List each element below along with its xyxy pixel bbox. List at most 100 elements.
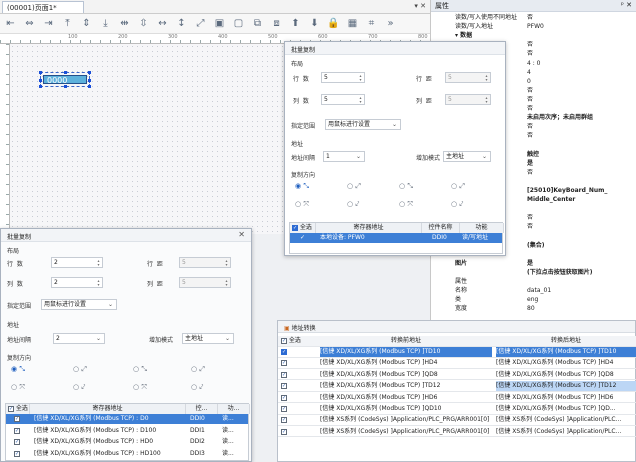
conversion-row[interactable]: ✓ [信捷 XS系列 (CodeSys) ]Application/PLC_PRG…	[278, 427, 636, 438]
lock-icon[interactable]: 🔒	[326, 17, 341, 31]
same-width-icon[interactable]: ↔	[155, 17, 170, 31]
resize-handle[interactable]	[39, 79, 42, 82]
row-checkbox[interactable]: ✓	[14, 414, 20, 424]
align-left-icon[interactable]: ⇤	[3, 17, 18, 31]
distribute-v-icon[interactable]: ⇳	[136, 17, 151, 31]
after-address[interactable]: [信捷 XD/XL/XG系列 (Modbus TCP) ]QD8	[496, 370, 636, 380]
direction-radio-1[interactable]: ◉ ⤡	[295, 182, 309, 191]
direction-radio-7[interactable]: ○ ⤧	[133, 383, 147, 392]
row-checkbox[interactable]: ✓	[281, 415, 287, 425]
cols-input[interactable]: 5 ▴ ▾	[321, 94, 365, 105]
grid-icon[interactable]: ▦	[345, 17, 360, 31]
resize-handle[interactable]	[39, 85, 42, 88]
direction-radio-5[interactable]: ○ ⤧	[295, 200, 309, 209]
select-all-header[interactable]: ✓ 全选	[6, 404, 30, 414]
tab-page1[interactable]: (00001)页面1*	[2, 1, 84, 13]
property-panel-controls[interactable]: ᵖ ✕	[621, 1, 632, 10]
table-row[interactable]: ✓ [信捷 XD/XL/XG系列 (Modbus TCP) : D100 DDI1 读…	[6, 426, 248, 436]
direction-radio-3[interactable]: ○ ⤡	[133, 365, 147, 374]
direction-radio-4[interactable]: ○ ⤢	[191, 365, 205, 374]
after-address[interactable]: [信捷 XD/XL/XG系列 (Modbus TCP) ]QD...	[496, 404, 636, 414]
col-gap-input[interactable]: 5 ▴ ▾	[179, 277, 231, 288]
after-address[interactable]: [信捷 XD/XL/XG系列 (Modbus TCP) ]HD4	[496, 358, 636, 368]
table-row[interactable]: ✓ 本地设备: PFW0 DDI0 读/写地址	[290, 233, 502, 243]
conversion-row[interactable]: ✓ [信捷 XD/XL/XG系列 (Modbus TCP) ]QD8 [信捷 XD/…	[278, 370, 636, 381]
direction-radio-2[interactable]: ○ ⤢	[347, 182, 361, 191]
direction-radio-8[interactable]: ○ ⤦	[451, 200, 463, 209]
direction-radio-7[interactable]: ○ ⤧	[399, 200, 413, 209]
property-row[interactable]: (下拉点击按钮获取图片)	[431, 269, 636, 277]
row-checkbox[interactable]: ✓	[281, 358, 287, 368]
mode-select[interactable]: 主地址 ⌄	[182, 333, 234, 344]
layer-down-icon[interactable]: ⬇	[307, 17, 322, 31]
select-all-header[interactable]: ✓ 全选	[281, 336, 301, 346]
conversion-row[interactable]: ✓ [信捷 XD/XL/XG系列 (Modbus TCP) ]TD12 [信捷 XD…	[278, 381, 636, 392]
rows-input[interactable]: 2 ▴ ▾	[51, 257, 103, 268]
align-middle-icon[interactable]: ⇕	[79, 17, 94, 31]
cols-input[interactable]: 2 ▴ ▾	[51, 277, 103, 288]
rows-input[interactable]: 5 ▴ ▾	[321, 72, 365, 83]
direction-radio-1[interactable]: ◉ ⤡	[11, 365, 25, 374]
row-checkbox[interactable]: ✓	[281, 370, 287, 380]
row-checkbox[interactable]: ✓	[14, 449, 20, 459]
table-row[interactable]: ✓ [信捷 XD/XL/XG系列 (Modbus TCP) : D0 DDI0 读..…	[6, 414, 248, 424]
direction-radio-8[interactable]: ○ ⤦	[191, 383, 203, 392]
property-row[interactable]: 名称 data_01	[431, 287, 636, 295]
direction-radio-5[interactable]: ○ ⤧	[11, 383, 25, 392]
conversion-row[interactable]: ✓ [信捷 XD/XL/XG系列 (Modbus TCP) ]HD4 [信捷 XD/…	[278, 358, 636, 370]
after-address[interactable]: [信捷 XS系列 (CodeSys) ]Application/PLC...	[496, 427, 636, 437]
align-top-icon[interactable]: ⤒	[60, 17, 75, 31]
range-select[interactable]: 用鼠标进行设置 ⌄	[41, 299, 117, 310]
bring-front-icon[interactable]: ⧉	[250, 17, 265, 31]
resize-handle[interactable]	[88, 71, 91, 74]
conversion-row[interactable]: ✓ [信捷 XD/XL/XG系列 (Modbus TCP) ]HD6 [信捷 XD/…	[278, 393, 636, 404]
after-address[interactable]: [信捷 XD/XL/XG系列 (Modbus TCP) ]HD6	[496, 393, 636, 403]
direction-radio-2[interactable]: ○ ⤢	[73, 365, 87, 374]
property-row[interactable]: 读数/写入地址 PFW0	[431, 23, 636, 31]
row-checkbox[interactable]: ✓	[281, 404, 287, 414]
group-icon[interactable]: ▣	[212, 17, 227, 31]
send-back-icon[interactable]: ⧈	[269, 17, 284, 31]
row-checkbox[interactable]: ✓	[281, 427, 287, 437]
property-row[interactable]: ▾ 数据	[431, 32, 636, 40]
table-row[interactable]: ✓ [信捷 XD/XL/XG系列 (Modbus TCP) : HD0 DDI2 读.…	[6, 437, 248, 447]
direction-radio-4[interactable]: ○ ⤢	[451, 182, 465, 191]
resize-handle[interactable]	[88, 79, 91, 82]
range-select[interactable]: 用鼠标进行设置 ⌄	[325, 119, 401, 130]
table-row[interactable]: ✓ [信捷 XD/XL/XG系列 (Modbus TCP) : HD100 DDI3…	[6, 449, 248, 459]
ungroup-icon[interactable]: ▢	[231, 17, 246, 31]
after-address[interactable]: [信捷 XS系列 (CodeSys) ]Application/PLC...	[496, 415, 636, 425]
row-checkbox[interactable]: ✓	[14, 426, 20, 436]
align-center-icon[interactable]: ⇔	[22, 17, 37, 31]
layer-up-icon[interactable]: ⬆	[288, 17, 303, 31]
property-row[interactable]: 读数/写入使用不同地址 否	[431, 14, 636, 22]
property-row[interactable]: 图片 是	[431, 260, 636, 268]
property-row[interactable]: 宽度 80	[431, 305, 636, 313]
row-gap-input[interactable]: 5 ▴ ▾	[179, 257, 231, 268]
distribute-h-icon[interactable]: ⇹	[117, 17, 132, 31]
more-icon[interactable]: »	[383, 17, 398, 31]
row-checkbox[interactable]: ✓	[281, 347, 287, 357]
after-address[interactable]: [信捷 XD/XL/XG系列 (Modbus TCP) ]TD10	[496, 347, 636, 357]
resize-handle[interactable]	[64, 85, 67, 88]
select-all-header[interactable]: ✓ 全选	[290, 223, 316, 233]
resize-handle[interactable]	[39, 71, 42, 74]
row-checkbox[interactable]: ✓	[300, 233, 305, 243]
same-height-icon[interactable]: ↕	[174, 17, 189, 31]
interval-select[interactable]: 1 ⌄	[323, 151, 365, 162]
property-row[interactable]: 类 eng	[431, 296, 636, 304]
tab-controls[interactable]: ▾ ✕	[414, 2, 426, 10]
row-checkbox[interactable]: ✓	[281, 381, 287, 391]
col-gap-input[interactable]: 5 ▴ ▾	[445, 94, 491, 105]
align-right-icon[interactable]: ⇥	[41, 17, 56, 31]
row-gap-input[interactable]: 5 ▴ ▾	[445, 72, 491, 83]
resize-handle[interactable]	[64, 71, 67, 74]
direction-radio-3[interactable]: ○ ⤡	[399, 182, 413, 191]
conversion-row[interactable]: ✓ [信捷 XD/XL/XG系列 (Modbus TCP) ]QD10 [信捷 XD…	[278, 404, 636, 415]
numeric-input-control[interactable]: 0000	[39, 71, 91, 88]
row-checkbox[interactable]: ✓	[281, 393, 287, 403]
snap-icon[interactable]: ⌗	[364, 17, 379, 31]
conversion-row[interactable]: ✓ [信捷 XS系列 (CodeSys) ]Application/PLC_PRG…	[278, 415, 636, 427]
mode-select[interactable]: 主地址 ⌄	[443, 151, 491, 162]
interval-select[interactable]: 2 ⌄	[53, 333, 105, 344]
